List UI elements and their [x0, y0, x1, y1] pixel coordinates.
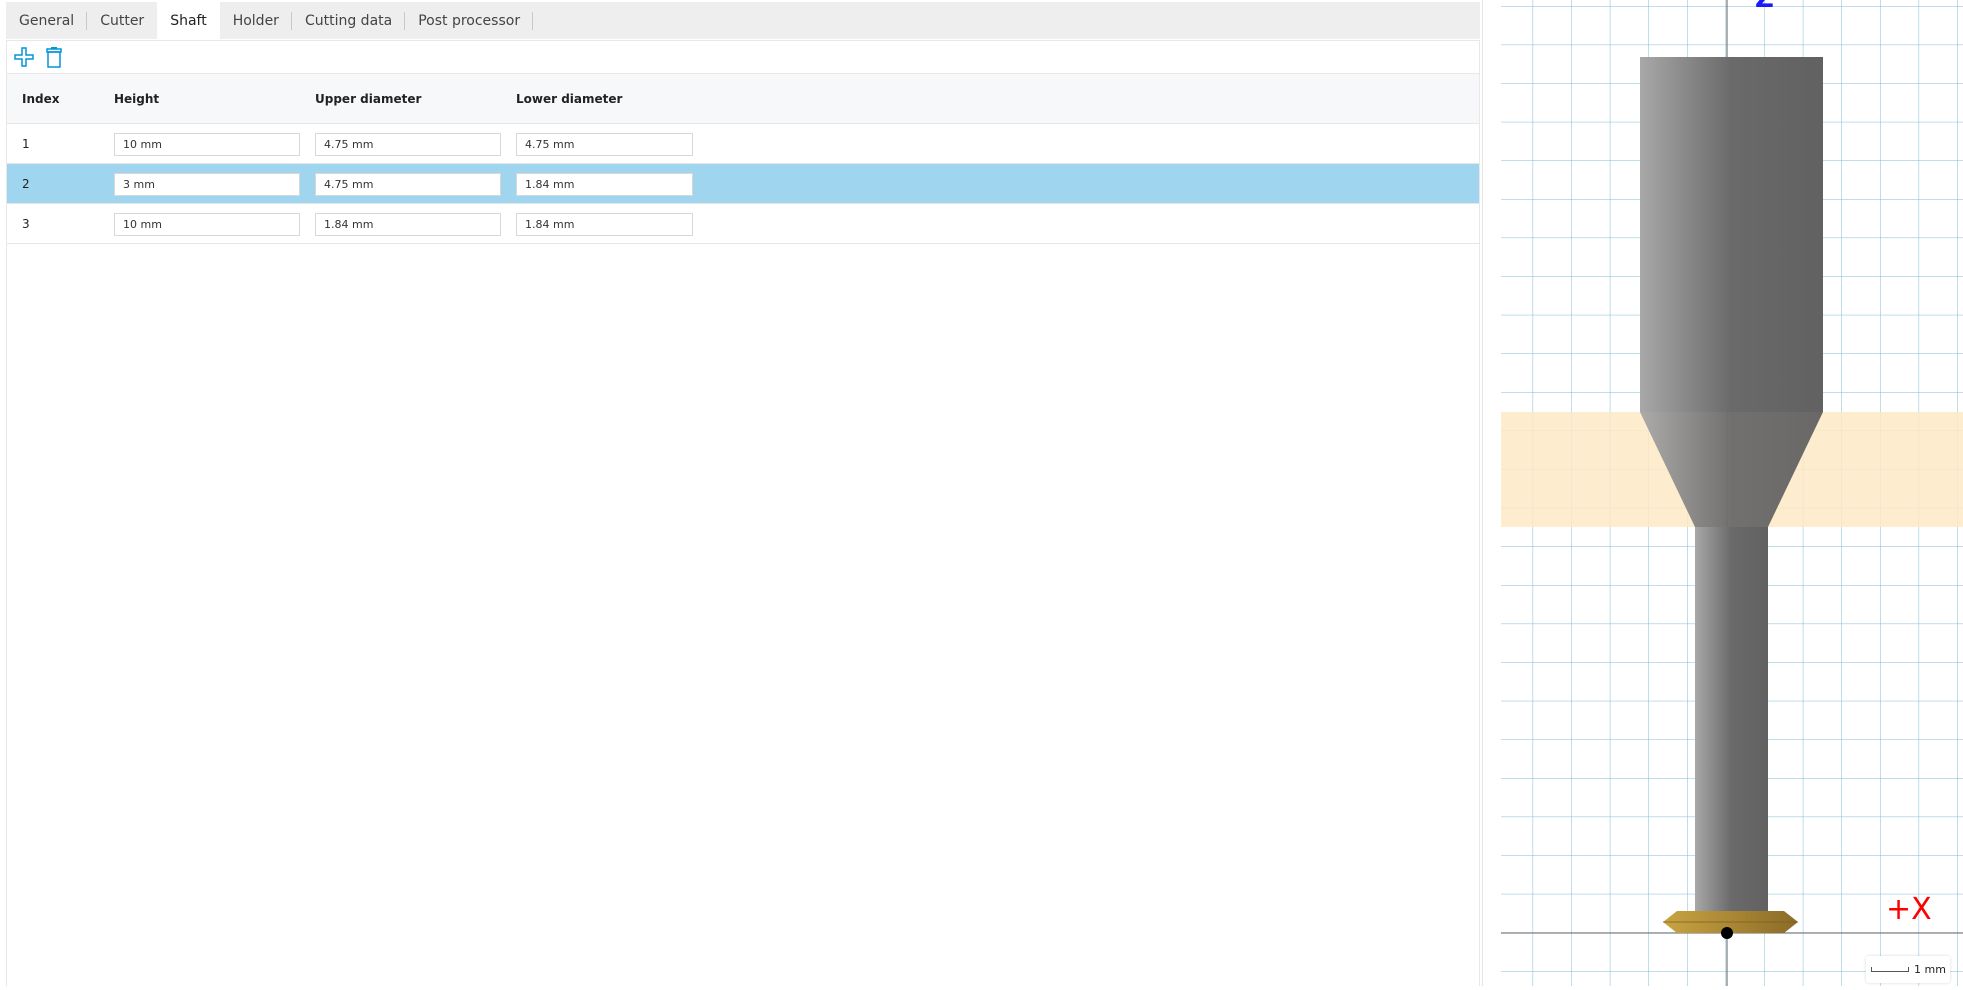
table-header: Index Height Upper diameter Lower diamet… [7, 74, 1479, 124]
tool-origin-point [1721, 927, 1733, 939]
row-index: 1 [22, 136, 30, 151]
toolbar [7, 41, 1479, 74]
trash-icon[interactable] [45, 46, 63, 68]
height-input[interactable] [114, 133, 300, 156]
header-lower-diameter: Lower diameter [516, 91, 623, 106]
tab-cutter[interactable]: Cutter [87, 2, 157, 39]
header-index: Index [22, 91, 60, 106]
table-row[interactable]: 3 [7, 204, 1479, 244]
shaft-panel: Index Height Upper diameter Lower diamet… [6, 40, 1480, 986]
lower-diameter-input[interactable] [516, 133, 693, 156]
upper-diameter-input[interactable] [315, 173, 501, 196]
scale-label: 1 mm [1914, 963, 1946, 976]
tab-general[interactable]: General [6, 2, 88, 39]
header-height: Height [114, 91, 160, 106]
scale-indicator: 1 mm [1866, 956, 1950, 983]
tab-bar: General Cutter Shaft Holder Cutting data… [6, 2, 1480, 39]
tool-preview-viewport[interactable]: Z +X 1 mm [1482, 0, 1963, 986]
row-index: 3 [22, 216, 30, 231]
shaft-editor: General Cutter Shaft Holder Cutting data… [0, 0, 1482, 986]
plus-icon[interactable] [13, 46, 35, 68]
scale-bar-icon [1871, 967, 1909, 972]
lower-diameter-input[interactable] [516, 213, 693, 236]
header-upper-diameter: Upper diameter [315, 91, 422, 106]
z-axis-label: Z [1755, 0, 1774, 14]
height-input[interactable] [114, 173, 300, 196]
tab-shaft[interactable]: Shaft [157, 2, 220, 39]
shaft-segment-1 [1640, 57, 1823, 412]
x-axis-label: +X [1886, 892, 1932, 927]
tool-preview [1501, 0, 1963, 986]
height-input[interactable] [114, 213, 300, 236]
tab-holder[interactable]: Holder [220, 2, 293, 39]
table-row[interactable]: 2 [7, 164, 1479, 204]
tab-cutting-data[interactable]: Cutting data [292, 2, 406, 39]
table-row[interactable]: 1 [7, 124, 1479, 164]
upper-diameter-input[interactable] [315, 133, 501, 156]
shaft-segment-3 [1695, 527, 1768, 916]
tab-post-processor[interactable]: Post processor [405, 2, 533, 39]
lower-diameter-input[interactable] [516, 173, 693, 196]
row-index: 2 [22, 176, 30, 191]
upper-diameter-input[interactable] [315, 213, 501, 236]
